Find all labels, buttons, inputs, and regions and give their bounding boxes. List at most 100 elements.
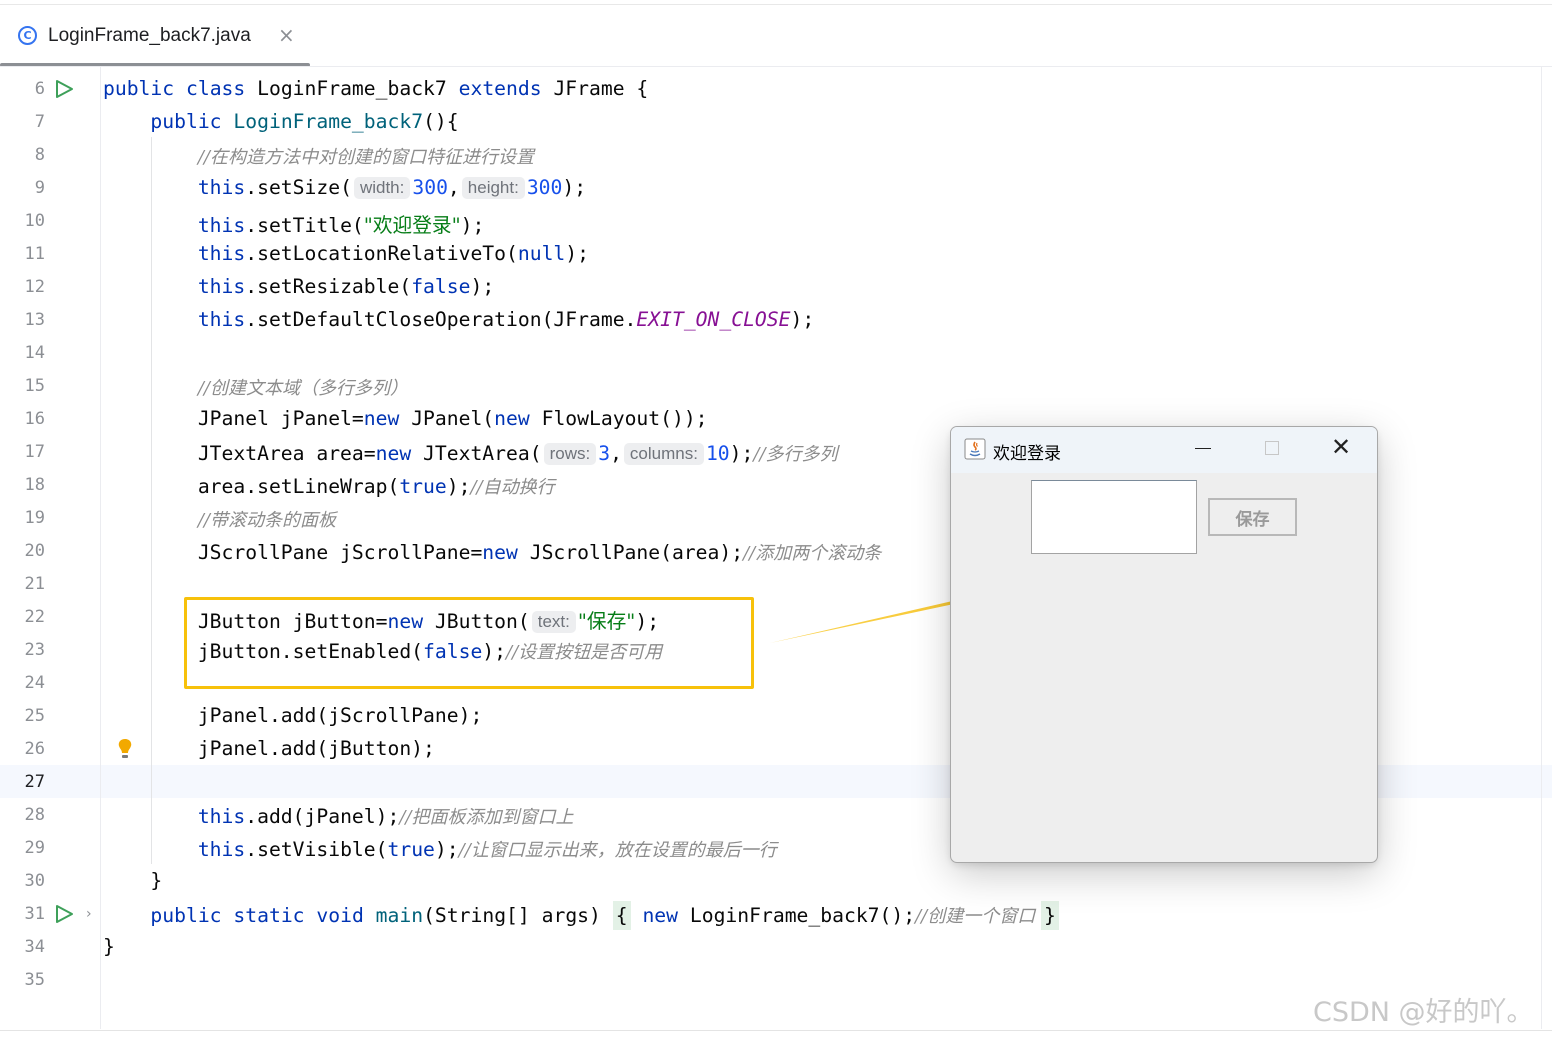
code-token: this [197,308,246,331]
code-line[interactable]: 34} [0,931,1541,964]
line-number: 19 [24,508,45,528]
code-token: FlowLayout()); [541,407,708,430]
code-line[interactable]: 35 [0,964,1541,997]
code-token: new [642,904,690,927]
code-token: //自动换行 [470,477,555,498]
code-token: JScrollPane(area); [529,541,744,564]
code-token: //创建一个窗口 [915,906,1041,927]
code-text[interactable]: jPanel.add(jScrollPane); [103,704,482,727]
run-icon[interactable] [54,904,74,924]
line-number: 34 [24,937,45,957]
code-token: , [447,176,460,199]
code-text[interactable]: JPanel jPanel=new JPanel(new FlowLayout(… [103,407,708,430]
code-text[interactable]: public LoginFrame_back7(){ [103,110,458,133]
code-token: ); [460,214,485,237]
code-token: extends [458,77,554,100]
code-token: } [103,935,115,958]
code-text[interactable]: this.setVisible(true);//让窗口显示出来，放在设置的最后一… [103,836,777,862]
code-line[interactable]: 8 //在构造方法中对创建的窗口特征进行设置 [0,139,1541,172]
code-token: ); [565,242,590,265]
window-close-icon[interactable]: ✕ [1331,433,1351,461]
code-line[interactable]: 14 [0,337,1541,370]
tab-close-icon[interactable]: × [278,23,295,47]
code-token: //创建文本域（多行多列） [197,378,408,399]
line-number: 24 [24,673,45,693]
text-area[interactable] [1031,480,1197,554]
minimize-icon[interactable] [1195,448,1211,449]
code-text[interactable]: //带滚动条的面板 [103,506,336,532]
code-line[interactable]: 31 › public static void main(String[] arg… [0,898,1541,931]
code-text[interactable]: area.setLineWrap(true);//自动换行 [103,473,555,499]
code-text[interactable]: } [103,869,162,892]
code-text[interactable]: public class LoginFrame_back7 extends JF… [103,77,648,100]
code-line[interactable]: 13 this.setDefaultCloseOperation(JFrame.… [0,304,1541,337]
code-token: JPanel( [411,407,495,430]
tab-label: LoginFrame_back7.java [48,25,251,46]
code-text[interactable]: //创建文本域（多行多列） [103,374,408,400]
code-text[interactable]: //在构造方法中对创建的窗口特征进行设置 [103,143,534,169]
code-text[interactable]: this.add(jPanel);//把面板添加到窗口上 [103,803,574,829]
code-token: area.setLineWrap( [103,475,400,498]
code-token: new [375,442,424,465]
code-text[interactable]: this.setTitle("欢迎登录"); [103,209,485,238]
code-token: LoginFrame_back7(); [689,904,916,927]
code-text[interactable]: JScrollPane jScrollPane=new JScrollPane(… [103,539,881,565]
run-icon[interactable] [54,79,74,99]
code-text[interactable]: this.setSize(width: 300, height: 300); [103,176,586,199]
code-line[interactable]: 10 this.setTitle("欢迎登录"); [0,205,1541,238]
code-token: .setSize( [245,176,352,199]
tab-loginframe-back7[interactable]: C LoginFrame_back7.java × [0,5,310,67]
code-token: .setLocationRelativeTo( [245,242,518,265]
code-line[interactable]: 30 } [0,865,1541,898]
code-text[interactable]: } [103,935,115,958]
code-line[interactable]: 12 this.setResizable(false); [0,271,1541,304]
code-text[interactable]: this.setResizable(false); [103,275,494,298]
code-token: //带滚动条的面板 [197,510,336,531]
code-text[interactable]: jPanel.add(jButton); [103,737,435,760]
code-line[interactable]: 6 public class LoginFrame_back7 extends J… [0,73,1541,106]
code-token: this [197,242,246,265]
line-number: 12 [24,277,45,297]
code-token: JTextArea( [423,442,542,465]
code-text[interactable]: this.setLocationRelativeTo(null); [103,242,589,265]
code-line[interactable]: 7 public LoginFrame_back7(){ [0,106,1541,139]
code-token: JFrame { [553,77,649,100]
right-margin-guide [1541,67,1542,1029]
code-token: } [1040,901,1059,930]
line-number: 10 [24,211,45,231]
line-number: 22 [24,607,45,627]
code-token: .setDefaultCloseOperation(JFrame. [245,308,637,331]
window-titlebar[interactable]: 欢迎登录 ✕ [951,427,1377,473]
line-number: 31 [24,904,45,924]
code-token: ); [562,176,587,199]
save-button[interactable]: 保存 [1208,498,1297,536]
code-token: LoginFrame_back7 [233,110,424,133]
code-token: //在构造方法中对创建的窗口特征进行设置 [197,147,534,168]
java-class-icon: C [18,26,37,45]
parameter-hint: columns: [623,443,704,465]
code-token: 3 [598,442,611,465]
code-token: ); [790,308,815,331]
chevron-right-icon[interactable]: › [86,906,92,922]
code-text[interactable]: this.setDefaultCloseOperation(JFrame.EXI… [103,308,814,331]
code-line[interactable]: 15 //创建文本域（多行多列） [0,370,1541,403]
code-token: new [482,541,530,564]
code-line[interactable]: 9 this.setSize(width: 300, height: 300); [0,172,1541,205]
maximize-icon[interactable] [1265,441,1279,455]
code-text[interactable]: JTextArea area=new JTextArea(rows: 3, colu… [103,440,838,466]
code-line[interactable]: 11 this.setLocationRelativeTo(null); [0,238,1541,271]
line-number: 18 [24,475,45,495]
line-number: 25 [24,706,45,726]
code-token: ); [470,275,495,298]
code-token: .setVisible( [245,838,388,861]
code-token: this [197,805,246,828]
code-text[interactable]: public static void main(String[] args) {… [103,901,1059,930]
line-number: 30 [24,871,45,891]
line-number: 28 [24,805,45,825]
